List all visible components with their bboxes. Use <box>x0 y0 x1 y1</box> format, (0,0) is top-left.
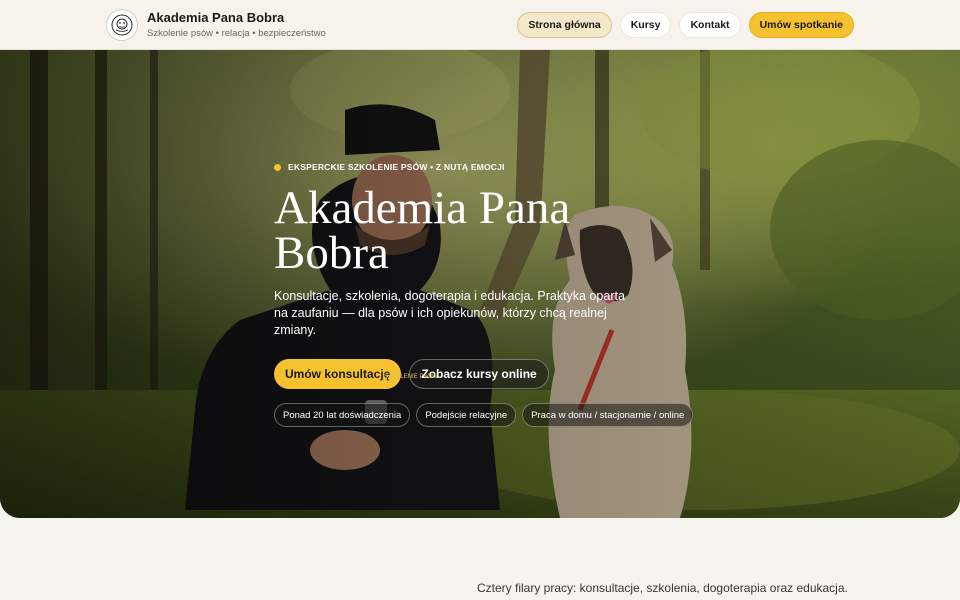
nav-courses[interactable]: Kursy <box>619 11 672 38</box>
shirt-print: SZKOLENIE PSÓW <box>384 374 438 380</box>
main-nav: Strona główna Kursy Kontakt Umów spotkan… <box>517 11 854 38</box>
brand-title: Akademia Pana Bobra <box>147 9 285 25</box>
hero-buttons: Umów konsultację Zobacz kursy online <box>274 359 694 389</box>
logo-icon <box>106 8 138 41</box>
nav-home[interactable]: Strona główna <box>517 11 612 38</box>
hero-eyebrow: EKSPERCKIE SZKOLENIE PSÓW • Z NUTĄ EMOCJ… <box>274 162 694 172</box>
eyebrow-dot-icon <box>274 163 281 171</box>
chip-experience: Ponad 20 lat doświadczenia <box>274 403 411 427</box>
section-intro: Cztery filary pracy: konsultacje, szkole… <box>477 581 848 595</box>
brand[interactable]: Akademia Pana Bobra Szkolenie psów • rel… <box>106 8 326 41</box>
chip-approach: Podejście relacyjne <box>416 403 517 427</box>
book-meeting-button[interactable]: Umów spotkanie <box>748 11 854 38</box>
hero-title: Akademia Pana Bobra <box>274 182 571 279</box>
book-consultation-button[interactable]: Umów konsultację <box>274 359 402 389</box>
hero-chips: Ponad 20 lat doświadczenia Podejście rel… <box>274 403 694 427</box>
nav-contact[interactable]: Kontakt <box>679 11 741 38</box>
hero-section: EKSPERCKIE SZKOLENIE PSÓW • Z NUTĄ EMOCJ… <box>0 50 960 518</box>
eyebrow-text: EKSPERCKIE SZKOLENIE PSÓW • Z NUTĄ EMOCJ… <box>288 162 505 172</box>
site-header: Akademia Pana Bobra Szkolenie psów • rel… <box>0 0 960 50</box>
hero-description: Konsultacje, szkolenia, dogoterapia i ed… <box>274 289 625 337</box>
brand-subtitle: Szkolenie psów • relacja • bezpieczeństw… <box>147 27 326 39</box>
hero-content: EKSPERCKIE SZKOLENIE PSÓW • Z NUTĄ EMOCJ… <box>274 162 694 427</box>
chip-work-modes: Praca w domu / stacjonarnie / online <box>522 403 694 427</box>
